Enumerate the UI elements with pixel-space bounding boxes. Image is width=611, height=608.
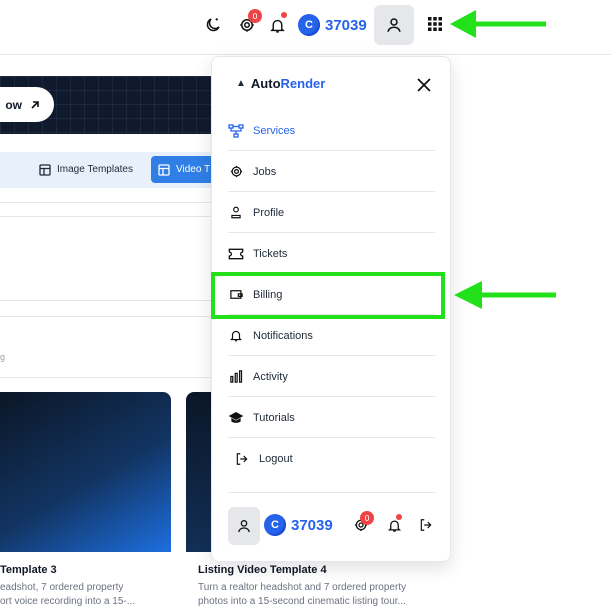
user-menu-button[interactable] [374,5,414,45]
card-description: Turn a realtor headshot and 7 ordered pr… [198,582,407,593]
arrow-up-right-icon [31,100,39,109]
jobs-icon [228,164,244,180]
logout-icon [234,451,250,467]
apps-grid-icon[interactable] [424,13,446,35]
autorender-logo: ▲ AutoRender [236,76,326,91]
footer-user-button[interactable] [228,507,260,545]
notification-count-badge: 0 [360,511,374,525]
bell-icon[interactable] [383,514,405,536]
user-icon [238,520,250,533]
credits-value: 37039 [325,16,367,34]
menu-item-tickets[interactable]: Tickets [228,234,435,274]
coin-icon: C [264,514,286,536]
divider [0,216,220,217]
menu-item-profile[interactable]: Profile [228,193,435,233]
credits-display[interactable]: C 37039 [298,12,367,38]
services-icon [228,123,244,139]
support-icon[interactable]: 0 [234,9,262,38]
footer-credits-value: 37039 [291,516,333,534]
moon-icon[interactable] [200,12,226,38]
menu-item-notifications[interactable]: Notifications [228,316,435,356]
user-icon [387,18,401,32]
card-description: photos into a 15-second cinematic listin… [198,596,406,607]
graduation-cap-icon [228,410,244,426]
menu-item-services[interactable]: Services [228,111,435,151]
profile-icon [228,205,244,221]
card-description: ort voice recording into a 15-... [0,596,136,607]
template-thumbnail[interactable] [0,392,171,552]
notification-count-badge: 0 [248,9,262,23]
banner-cta-button[interactable]: ow [0,87,54,122]
annotation-arrow-top [450,10,546,38]
notification-dot [396,514,402,520]
layout-icon [158,163,170,176]
close-icon[interactable] [414,75,434,95]
menu-item-jobs[interactable]: Jobs [228,152,435,192]
card-title: Template 3 [0,564,57,576]
bell-icon [228,328,244,344]
menu-item-tutorials[interactable]: Tutorials [228,398,435,438]
support-icon[interactable]: 0 [350,511,374,536]
annotation-arrow-billing [454,281,556,309]
layout-icon [39,163,51,176]
menu-item-logout[interactable]: Logout [234,439,441,479]
notification-dot [281,12,287,18]
tab-image-templates[interactable]: Image Templates [32,156,140,183]
divider [0,202,220,203]
annotation-highlight-box [211,272,445,319]
bell-icon[interactable] [264,12,290,38]
divider [0,300,220,301]
activity-icon [228,369,244,385]
logout-icon[interactable] [415,514,437,536]
card-title: Listing Video Template 4 [198,564,327,576]
card-description: eadshot, 7 ordered property [0,582,124,593]
coin-icon: C [298,14,320,36]
divider [0,377,220,378]
panel-footer-divider [228,492,435,493]
section-subtext: g [0,352,6,362]
ticket-icon [228,246,244,262]
divider [0,316,220,317]
menu-item-activity[interactable]: Activity [228,357,435,397]
footer-credits-display[interactable]: C 37039 [264,514,333,536]
